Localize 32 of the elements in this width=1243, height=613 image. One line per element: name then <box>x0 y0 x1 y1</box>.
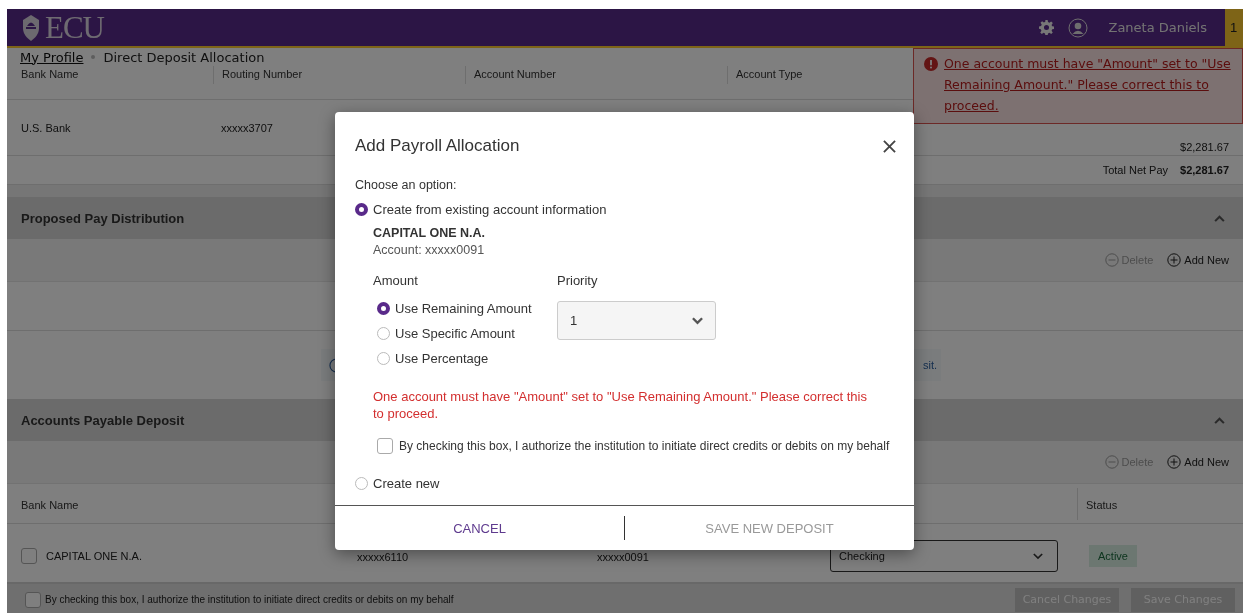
table-cell: CAPITAL ONE N.A. <box>46 550 142 562</box>
column-header: Status <box>1077 487 1243 520</box>
radio-label: Create new <box>373 476 440 491</box>
error-message: One account must have "Amount" set to "Use Remaining Amount." Please correct this to proceed. <box>373 388 868 422</box>
column-header: Account Number <box>465 66 735 84</box>
field-label: Priority <box>557 273 599 288</box>
table-cell-text: xxxxx0091 <box>597 551 650 565</box>
consent-label: By checking this box, I authorize the institution to initiate direct credits or debits on my behalf <box>45 594 454 605</box>
dialog-title: Add Payroll Allocation <box>355 136 520 156</box>
section-title: Proposed Pay Distribution <box>21 210 185 226</box>
account-number: Account: xxxxx0091 <box>373 243 486 257</box>
total-amount: $2,281.67 <box>1180 164 1229 176</box>
table-cell-text: xxxxx3707 <box>221 121 274 134</box>
radio-label: Use Remaining Amount <box>395 301 532 316</box>
checkbox-label: By checking this box, I authorize the institution to initiate direct credits or debits on my behalf <box>399 439 890 453</box>
field-label: Amount <box>373 273 419 288</box>
bank-name: CAPITAL ONE N.A. <box>373 226 487 240</box>
radio-label: Use Specific Amount <box>395 326 515 341</box>
status-badge: Active <box>1089 545 1137 567</box>
table-cell-text: U.S. Bank <box>21 121 72 134</box>
column-header: Bank Name <box>21 67 80 80</box>
total-label: Total Net Pay <box>1102 164 1169 176</box>
column-header: Routing Number <box>213 66 473 84</box>
section-title: Accounts Payable Deposit <box>21 412 185 428</box>
radio-label: Use Percentage <box>395 351 489 366</box>
prompt-text: Choose an option: <box>355 178 458 192</box>
info-text: sit. <box>922 359 937 371</box>
table-cell-text: xxxxx6110 <box>357 551 410 565</box>
amount-cell: $2,281.67 <box>1180 141 1229 155</box>
column-header: Bank Name <box>21 497 80 511</box>
radio-label: Create from existing account information <box>373 202 607 217</box>
page-title: Direct Deposit Allocation <box>103 49 265 65</box>
